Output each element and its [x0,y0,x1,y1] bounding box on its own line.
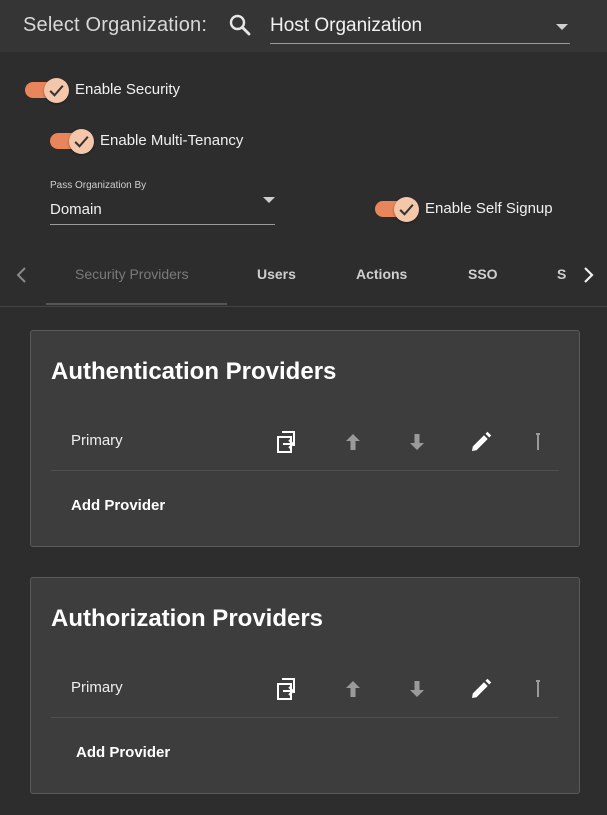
authentication-providers-card: Authentication Providers Primary Add Pro… [30,330,580,547]
tab-sso[interactable]: SSO [468,266,498,282]
card-title: Authentication Providers [51,358,337,385]
copy-icon[interactable] [275,429,301,455]
check-icon [399,204,414,216]
edit-icon[interactable] [468,676,494,702]
arrow-down-icon[interactable] [404,676,430,702]
organization-select[interactable]: Host Organization [270,10,570,44]
chevron-down-icon [556,24,568,30]
edit-icon[interactable] [468,429,494,455]
select-organization-label: Select Organization: [23,14,208,36]
arrow-up-icon[interactable] [340,429,366,455]
pass-organization-by-select[interactable]: Pass Organization By Domain [50,180,275,225]
chevron-down-icon [263,197,275,203]
more-icon[interactable] [529,429,555,455]
tab-partial[interactable]: S [557,266,566,282]
card-title: Authorization Providers [51,605,324,632]
copy-icon[interactable] [275,676,301,702]
add-provider-button[interactable]: Add Provider [71,497,165,514]
toggle-thumb [394,197,419,222]
tab-users[interactable]: Users [257,266,296,282]
arrow-up-icon[interactable] [340,676,366,702]
more-icon[interactable] [529,676,555,702]
enable-multi-tenancy-label: Enable Multi-Tenancy [100,132,244,149]
enable-self-signup-label: Enable Self Signup [425,200,553,217]
search-icon[interactable] [228,13,252,37]
toggle-thumb [69,129,94,154]
active-tab-indicator [46,303,227,305]
provider-name: Primary [71,432,123,449]
authorization-providers-card: Authorization Providers Primary Add Prov… [30,577,580,794]
provider-row[interactable]: Primary [51,664,559,718]
provider-row[interactable]: Primary [51,417,559,471]
organization-select-value: Host Organization [270,15,423,36]
provider-name: Primary [71,679,123,696]
organization-header: Select Organization: Host Organization [0,0,607,52]
pass-organization-by-value: Domain [50,201,102,218]
toggle-thumb [44,78,69,103]
chevron-right-icon[interactable] [578,265,598,285]
enable-security-label: Enable Security [75,81,181,98]
tab-security-providers[interactable]: Security Providers [75,266,189,282]
tab-overflow: S [548,245,570,305]
tab-actions[interactable]: Actions [356,266,407,282]
chevron-left-icon[interactable] [12,265,32,285]
add-provider-button[interactable]: Add Provider [76,744,170,761]
arrow-down-icon[interactable] [404,429,430,455]
check-icon [74,136,89,148]
check-icon [49,85,64,97]
tab-bar: Security Providers Users Actions SSO S [0,245,607,307]
pass-organization-by-caption: Pass Organization By [50,180,147,191]
